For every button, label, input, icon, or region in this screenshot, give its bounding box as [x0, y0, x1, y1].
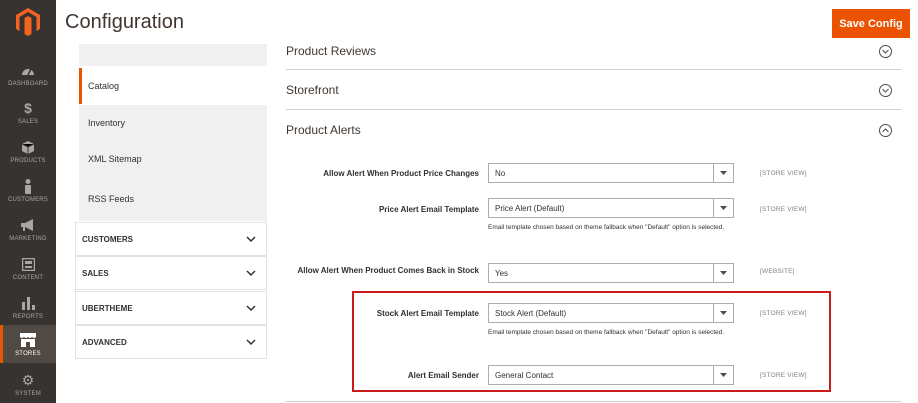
nav-system[interactable]: ⚙ SYSTEM: [0, 365, 56, 403]
nav-reports[interactable]: REPORTS: [0, 288, 56, 326]
nav-products[interactable]: PRODUCTS: [0, 132, 56, 170]
store-icon: [18, 331, 38, 349]
nav-label: SALES: [17, 119, 39, 125]
nav-dashboard[interactable]: DASHBOARD: [0, 55, 56, 93]
megaphone-icon: [18, 216, 38, 234]
group-label: ADVANCED: [82, 337, 127, 347]
group-customers[interactable]: CUSTOMERS: [75, 222, 267, 256]
nav-label: STORES: [15, 351, 41, 357]
caret-down-icon: [713, 264, 733, 282]
chevron-up-circle-icon[interactable]: [879, 124, 892, 137]
tab-inventory[interactable]: Inventory: [79, 105, 267, 141]
nav-stores[interactable]: STORES: [0, 325, 56, 363]
back-in-stock-select[interactable]: Yes: [488, 263, 734, 283]
gear-icon: ⚙: [21, 371, 35, 388]
group-label: UBERTHEME: [82, 303, 133, 313]
field-note: Email template chosen based on theme fal…: [488, 224, 725, 231]
section-product-reviews[interactable]: Product Reviews: [286, 40, 901, 70]
dollar-icon: $: [24, 100, 32, 116]
nav-label: CONTENT: [12, 275, 44, 281]
nav-label: MARKETING: [9, 236, 47, 242]
content-icon: [18, 255, 38, 273]
field-label-back-in-stock: Allow Alert When Product Comes Back in S…: [297, 266, 479, 275]
group-sales[interactable]: SALES: [75, 256, 267, 290]
bar-chart-icon: [18, 294, 38, 312]
save-config-button[interactable]: Save Config: [832, 9, 910, 38]
section-title[interactable]: Product Alerts: [286, 123, 361, 137]
tab-rss-feeds[interactable]: RSS Feeds: [79, 177, 267, 221]
magento-logo-icon: [16, 8, 40, 36]
nav-customers[interactable]: CUSTOMERS: [0, 171, 56, 209]
nav-content[interactable]: CONTENT: [0, 249, 56, 287]
cube-icon: [18, 138, 38, 156]
chevron-down-icon: [246, 236, 256, 243]
field-label-price-change: Allow Alert When Product Price Changes: [323, 169, 479, 178]
tab-catalog[interactable]: Catalog: [79, 68, 267, 104]
select-value: Yes: [495, 268, 509, 278]
nav-label: REPORTS: [12, 314, 44, 320]
caret-down-icon: [713, 164, 733, 182]
scope-label: [WEBSITE]: [760, 268, 795, 275]
highlight-box: [352, 291, 831, 392]
section-storefront[interactable]: Storefront: [286, 70, 901, 110]
field-label-price-template: Price Alert Email Template: [378, 205, 479, 214]
caret-down-icon: [713, 199, 733, 217]
section-title: Storefront: [286, 83, 339, 97]
magento-logo[interactable]: [0, 0, 56, 44]
nav-sales[interactable]: $ SALES: [0, 93, 56, 131]
admin-sidebar: DASHBOARD $ SALES PRODUCTS CUSTOMERS MAR…: [0, 0, 56, 403]
select-value: No: [495, 168, 506, 178]
tab-placeholder-top: [79, 44, 267, 66]
nav-label: DASHBOARD: [8, 81, 48, 87]
chevron-down-circle-icon[interactable]: [879, 45, 892, 58]
select-value: Price Alert (Default): [495, 203, 565, 213]
dashboard-icon: [18, 61, 38, 79]
nav-label: SYSTEM: [15, 391, 41, 397]
section-title: Product Reviews: [286, 44, 377, 58]
chevron-down-icon: [246, 270, 256, 277]
chevron-down-icon: [246, 339, 256, 346]
tab-xml-sitemap[interactable]: XML Sitemap: [79, 141, 267, 177]
group-ubertheme[interactable]: UBERTHEME: [75, 291, 267, 325]
group-advanced[interactable]: ADVANCED: [75, 325, 267, 359]
scope-label: [STORE VIEW]: [760, 206, 807, 213]
scope-label: [STORE VIEW]: [760, 170, 807, 177]
person-icon: [18, 177, 38, 195]
chevron-down-circle-icon[interactable]: [879, 84, 892, 97]
price-change-select[interactable]: No: [488, 163, 734, 183]
price-template-select[interactable]: Price Alert (Default): [488, 198, 734, 218]
page-title: Configuration: [65, 11, 184, 33]
group-label: SALES: [82, 268, 109, 278]
chevron-down-icon: [246, 305, 256, 312]
nav-marketing[interactable]: MARKETING: [0, 210, 56, 248]
nav-label: PRODUCTS: [10, 158, 46, 164]
group-label: CUSTOMERS: [82, 234, 133, 244]
nav-label: CUSTOMERS: [7, 197, 49, 203]
